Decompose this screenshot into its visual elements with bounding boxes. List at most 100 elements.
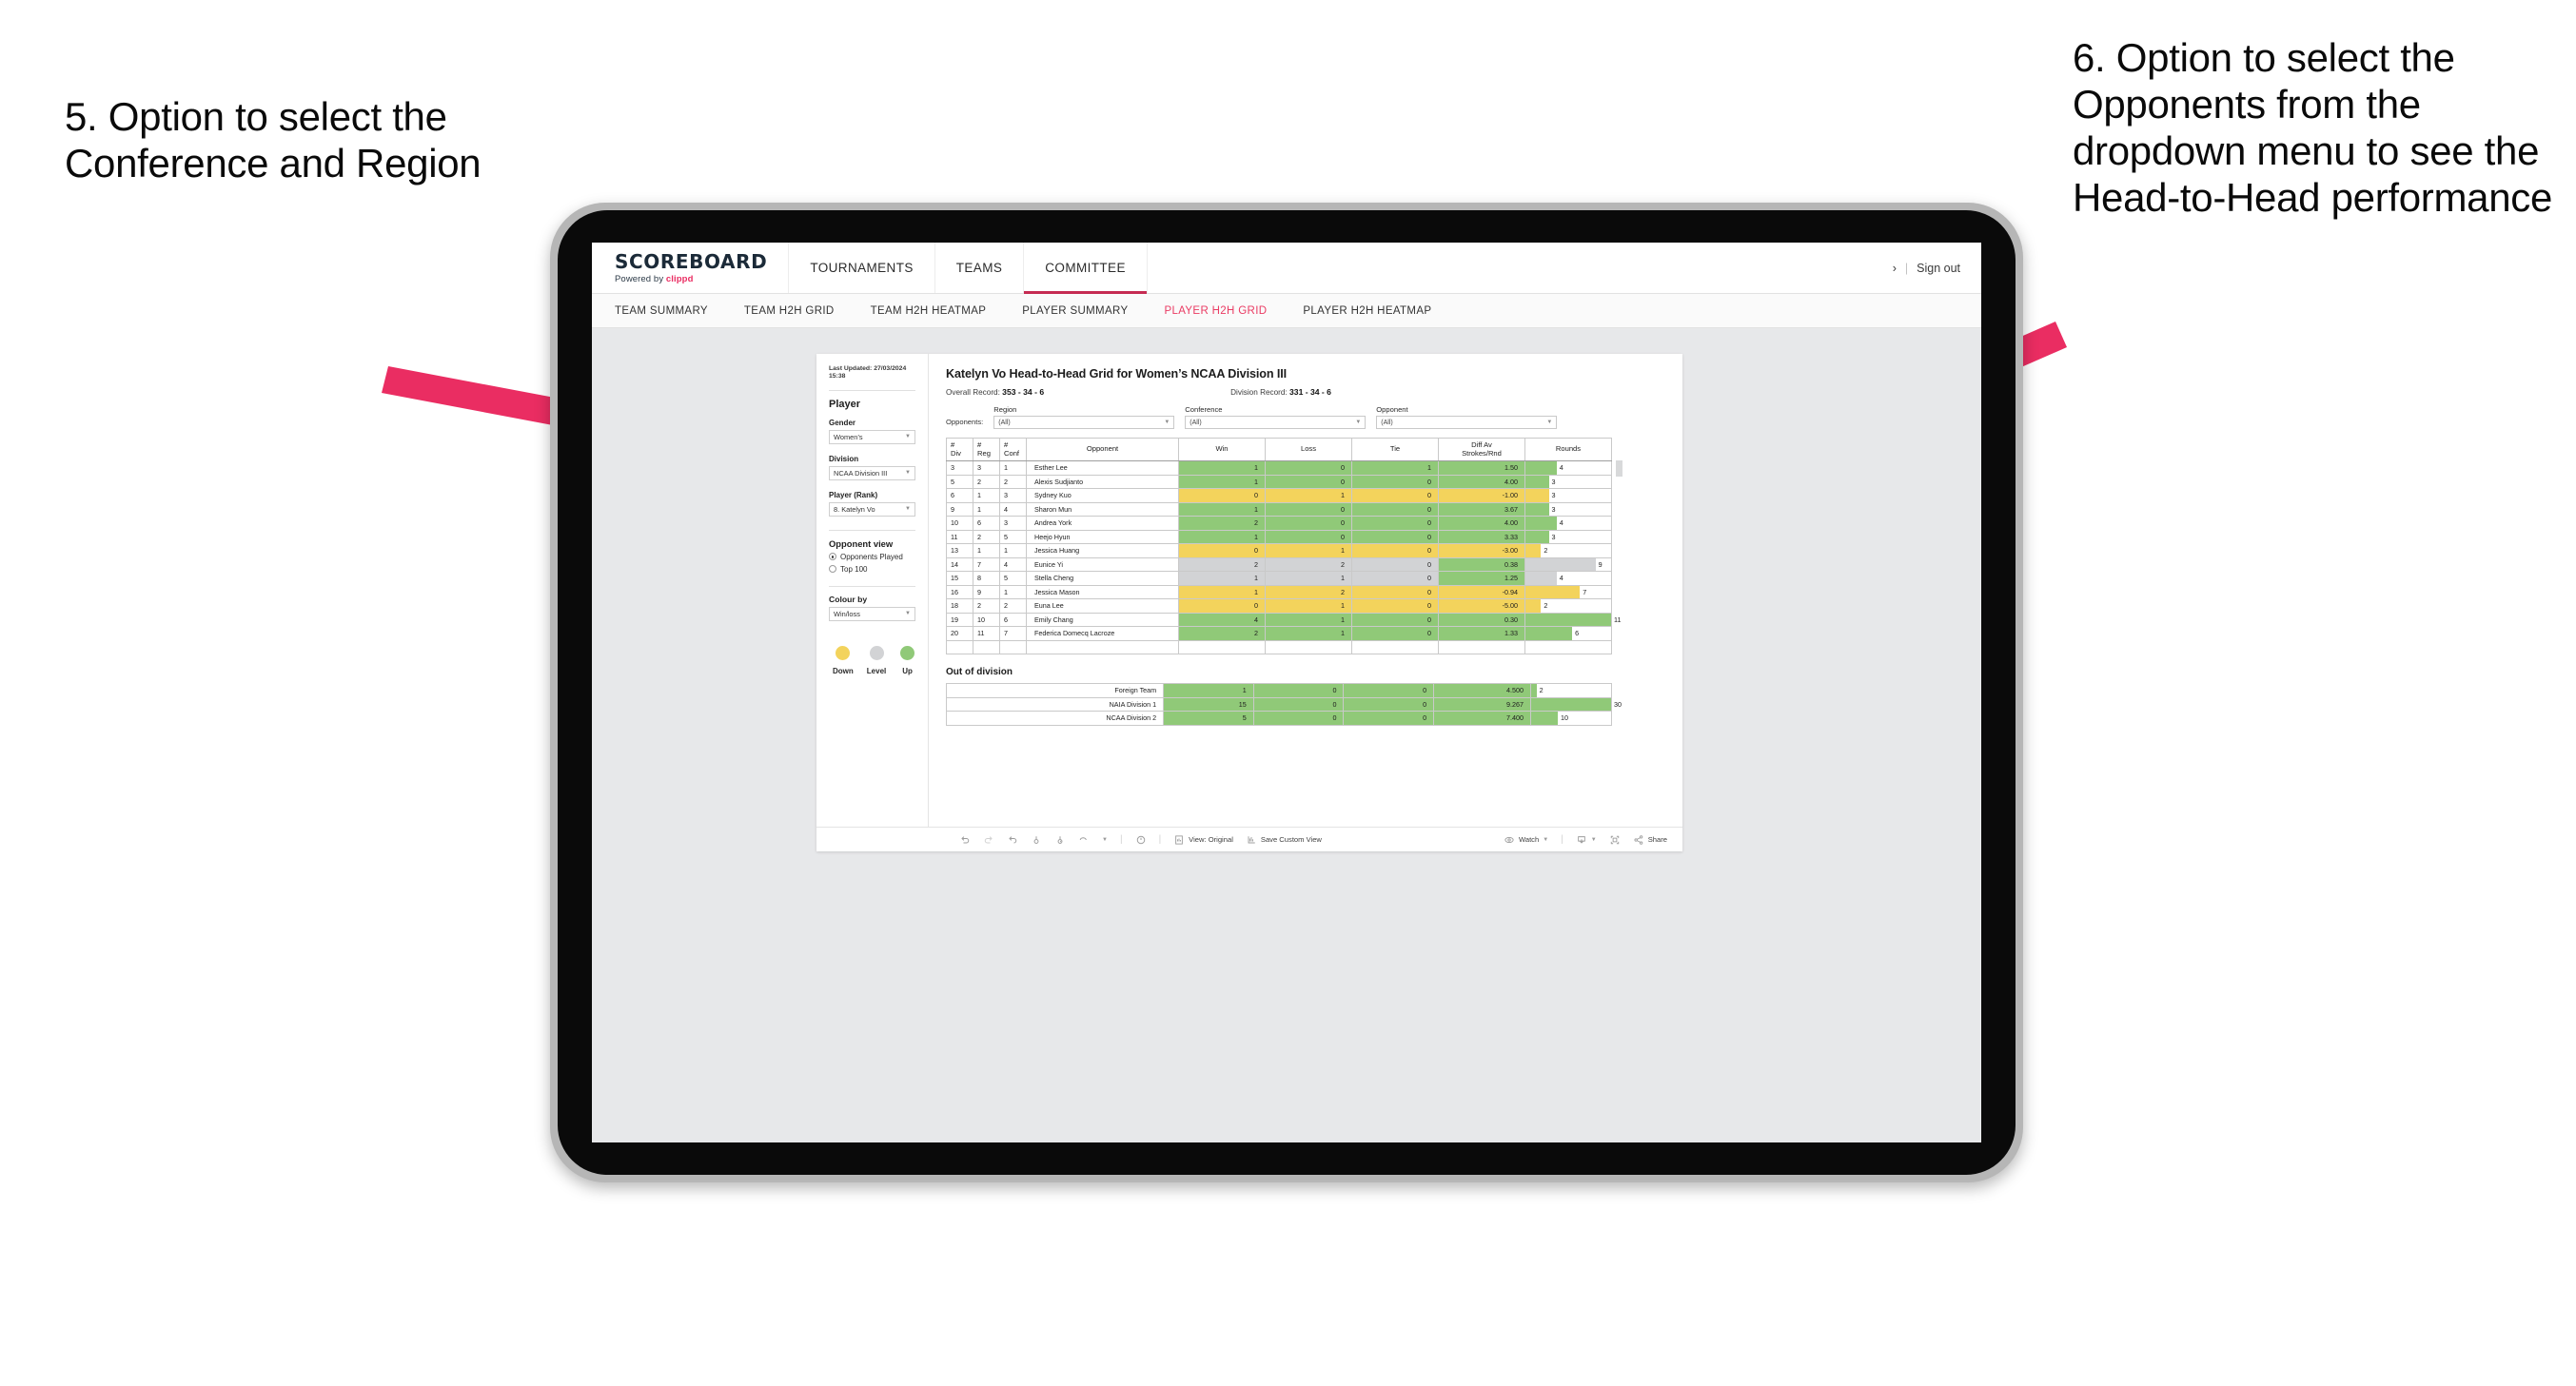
overall-record-value: 353 - 34 - 6: [1002, 387, 1045, 397]
chevron-down-icon: ▼: [905, 506, 911, 513]
revert-icon[interactable]: [1007, 834, 1018, 846]
table-row[interactable]: 5 2 2 Alexis Sudjianto 1 0 0 4.00 3: [946, 474, 1612, 489]
opponent-select[interactable]: (All) ▼: [1376, 416, 1558, 429]
cell-win: 1: [1178, 460, 1266, 476]
sub-nav-item-player-h2h-grid[interactable]: PLAYER H2H GRID: [1164, 305, 1267, 317]
cell-rounds: 3: [1524, 501, 1612, 517]
grid-scrollbar-thumb[interactable]: [1616, 460, 1622, 477]
gender-select[interactable]: Women’s ▼: [829, 429, 915, 444]
cell-reg: 8: [973, 571, 1000, 586]
chevron-down-icon[interactable]: ▼: [1102, 837, 1108, 843]
region-select[interactable]: (All) ▼: [993, 416, 1175, 429]
cell-tie: 0: [1351, 543, 1439, 558]
table-row[interactable]: 6 1 3 Sydney Kuo 0 1 0 -1.00 3: [946, 488, 1612, 503]
undo-icon[interactable]: [959, 834, 971, 846]
cell-rounds: 2: [1524, 543, 1612, 558]
cell-opponent: Sharon Mun: [1026, 501, 1179, 517]
top-nav-item-committee[interactable]: COMMITTEE: [1024, 243, 1148, 294]
chevron-down-icon: ▼: [1355, 420, 1362, 425]
col-header-loss: Loss: [1265, 438, 1352, 461]
legend-item-level: Level: [867, 645, 886, 675]
cell-loss: 1: [1265, 598, 1352, 614]
cell-win: 1: [1178, 474, 1266, 489]
fullscreen-icon[interactable]: [1609, 834, 1621, 846]
cell-diff: -5.00: [1438, 598, 1525, 614]
cell-ood-tie: 0: [1343, 711, 1435, 726]
table-row[interactable]: 11 2 5 Heejo Hyun 1 0 0 3.33 3: [946, 529, 1612, 544]
filter-opponent: Opponent (All) ▼: [1376, 405, 1558, 429]
radio-opponents-played-label: Opponents Played: [840, 552, 903, 561]
out-of-division-row[interactable]: NAIA Division 1 15 0 0 9.267 30: [945, 696, 1622, 712]
table-row[interactable]: 9 1 4 Sharon Mun 1 0 0 3.67 3: [946, 501, 1612, 517]
table-row[interactable]: 18 2 2 Euna Lee 0 1 0 -5.00 2: [946, 598, 1612, 614]
top-nav: TOURNAMENTS TEAMS COMMITTEE: [789, 243, 1148, 294]
table-row[interactable]: 13 1 1 Jessica Huang 0 1 0 -3.00 2: [946, 543, 1612, 558]
view-original-button[interactable]: View: Original: [1173, 834, 1233, 846]
sign-out-link[interactable]: Sign out: [1917, 262, 1960, 275]
table-row[interactable]: 3 3 1 Esther Lee 1 0 1 1.50 4: [946, 460, 1612, 476]
conference-select[interactable]: (All) ▼: [1185, 416, 1367, 429]
brand-tagline-prefix: Powered by: [615, 273, 664, 284]
radio-top-100[interactable]: Top 100: [829, 565, 915, 574]
cell-diff: 3.67: [1438, 501, 1525, 517]
cell-ood-win: 5: [1163, 711, 1254, 726]
radio-opponents-played[interactable]: Opponents Played: [829, 553, 915, 561]
cell-tie: 0: [1351, 556, 1439, 572]
division-select[interactable]: NCAA Division III ▼: [829, 465, 915, 480]
out-of-division-row[interactable]: NCAA Division 2 5 0 0 7.400 10: [945, 711, 1612, 726]
chevron-down-icon: ▼: [1164, 420, 1170, 425]
sub-nav-item-team-h2h-grid[interactable]: TEAM H2H GRID: [744, 305, 835, 317]
table-row[interactable]: 10 6 3 Andrea York 2 0 0 4.00 4: [946, 516, 1612, 531]
filter-conference: Conference (All) ▼: [1185, 405, 1367, 429]
refresh-icon[interactable]: [1031, 834, 1042, 846]
sidebar-divider-2: [829, 529, 915, 531]
cell-rounds: 9: [1524, 556, 1612, 572]
cell-reg: 2: [973, 598, 1000, 614]
save-custom-view-button[interactable]: Save Custom View: [1246, 834, 1322, 846]
cell-win: 1: [1178, 501, 1266, 517]
out-of-division-table: Foreign Team 1 0 0 4.500 2 NAIA Division 1 15 0 0…: [945, 683, 1622, 726]
sub-nav-item-team-summary[interactable]: TEAM SUMMARY: [615, 305, 708, 317]
cell-rounds: 4: [1524, 516, 1612, 531]
redo-icon[interactable]: [983, 834, 994, 846]
cell-opponent: Andrea York: [1026, 516, 1179, 531]
division-record: Division Record: 331 - 34 - 6: [1230, 387, 1331, 397]
pause-icon[interactable]: [1054, 834, 1066, 846]
sub-nav-item-player-summary[interactable]: PLAYER SUMMARY: [1022, 305, 1128, 317]
brand-logo[interactable]: SCOREBOARD Powered by clippd: [592, 243, 790, 293]
cell-loss: 0: [1265, 529, 1352, 544]
sub-nav-item-player-h2h-heatmap[interactable]: PLAYER H2H HEATMAP: [1303, 305, 1431, 317]
cell-ood-tie: 0: [1343, 683, 1435, 698]
cell-diff: 3.33: [1438, 529, 1525, 544]
cell-loss: 2: [1265, 556, 1352, 572]
top-nav-item-tournaments[interactable]: TOURNAMENTS: [789, 243, 935, 293]
share-button[interactable]: Share: [1633, 834, 1682, 846]
cell-diff: -0.94: [1438, 584, 1525, 599]
cell-reg: 1: [973, 501, 1000, 517]
annotation-6-text: 6. Option to select the Opponents from t…: [2073, 35, 2553, 221]
watch-button[interactable]: Watch ▼: [1504, 834, 1548, 846]
table-row[interactable]: 15 8 5 Stella Cheng 1 1 0 1.25 4: [946, 571, 1612, 586]
gender-label: Gender: [829, 418, 856, 427]
table-row[interactable]: 19 10 6 Emily Chang 4 1 0 0.30 11: [946, 612, 1621, 627]
table-row[interactable]: 16 9 1 Jessica Mason 1 2 0 -0.94 7: [946, 584, 1612, 599]
player-rank-select[interactable]: 8. Katelyn Vo ▼: [829, 501, 915, 517]
sub-nav-item-team-h2h-heatmap[interactable]: TEAM H2H HEATMAP: [871, 305, 987, 317]
out-of-division-row[interactable]: Foreign Team 1 0 0 4.500 2: [945, 683, 1612, 698]
download-button[interactable]: ▼: [1576, 834, 1597, 846]
h2h-grid-wrapper: # Div # Reg # Conf Opponent Win Loss Tie Di…: [946, 438, 1622, 654]
cell-div: 16: [946, 584, 973, 599]
cell-diff: 1.33: [1438, 626, 1525, 641]
table-row[interactable]: 14 7 4 Eunice Yi 2 2 0 0.38 9: [946, 556, 1612, 572]
cell-loss: 1: [1265, 612, 1352, 627]
colour-by-select[interactable]: Win/loss ▼: [829, 606, 915, 621]
col-header-reg: # Reg: [973, 438, 1000, 461]
account-chevron-icon[interactable]: ›: [1893, 262, 1897, 275]
grid-scrollbar[interactable]: [1616, 460, 1622, 654]
share-label: Share: [1647, 835, 1667, 844]
table-row[interactable]: 20 11 7 Federica Domecq Lacroze 2 1 0 1.33 6: [946, 626, 1612, 641]
pause-clock-icon[interactable]: [1135, 834, 1147, 846]
top-nav-item-teams[interactable]: TEAMS: [935, 243, 1025, 293]
redo-arrow-icon[interactable]: [1078, 834, 1090, 846]
last-updated-text: Last Updated: 27/03/2024 15:38: [829, 365, 907, 381]
